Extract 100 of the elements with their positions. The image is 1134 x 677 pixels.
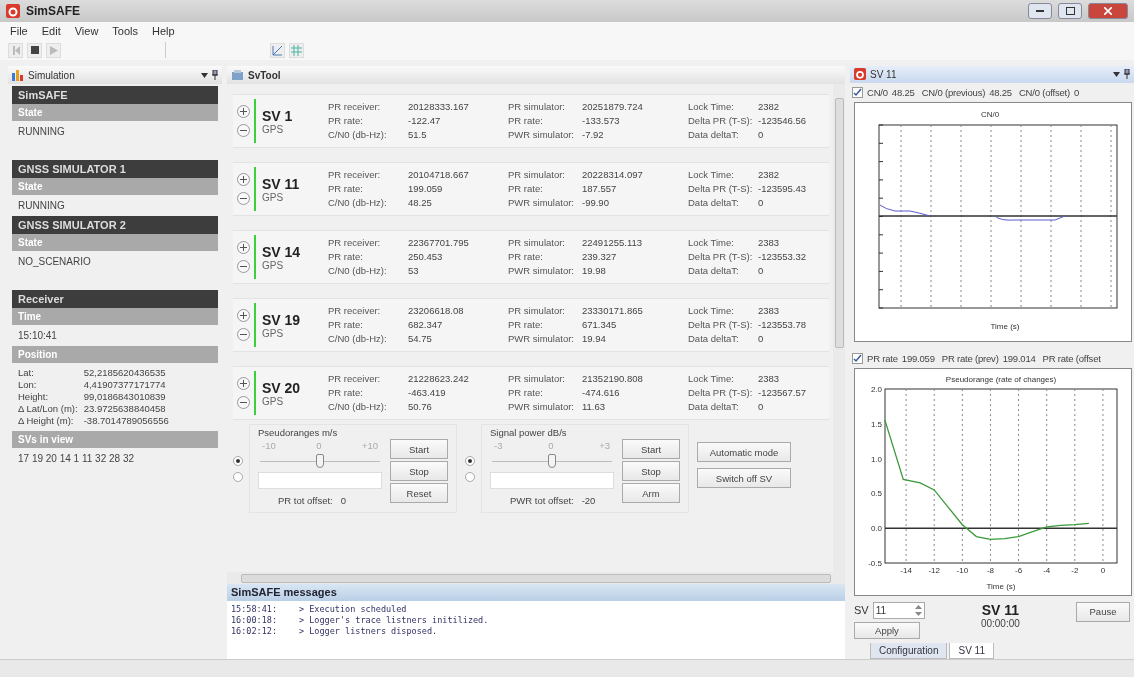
action-button[interactable]: Stop bbox=[390, 461, 448, 481]
action-button[interactable]: Arm bbox=[622, 483, 680, 503]
readout-text: CN/0 (offset) bbox=[1018, 86, 1071, 98]
menu-item[interactable]: Help bbox=[152, 25, 175, 37]
menu-item[interactable]: Tools bbox=[112, 25, 139, 37]
plus-button[interactable] bbox=[237, 173, 250, 186]
minimize-icon bbox=[1036, 9, 1044, 13]
mode-button[interactable]: Switch off SV bbox=[697, 468, 791, 488]
mode-button[interactable]: Automatic mode bbox=[697, 442, 791, 462]
action-button[interactable]: Reset bbox=[390, 483, 448, 503]
y-tick: 2.0 bbox=[870, 385, 882, 394]
field-label: PR rate: bbox=[328, 318, 364, 332]
field-value: 23206618.08 bbox=[408, 304, 465, 318]
minimize-button[interactable] bbox=[1028, 3, 1052, 19]
message-text: > Logger's trace listners initilized. bbox=[299, 615, 490, 626]
plus-button[interactable] bbox=[237, 241, 250, 254]
y-tick: 1.5 bbox=[870, 419, 882, 429]
readout-text: PR rate (offset bbox=[1042, 353, 1101, 365]
field-value: 50.76 bbox=[408, 400, 433, 414]
spin-arrows-icon[interactable] bbox=[914, 605, 922, 616]
minus-button[interactable] bbox=[237, 328, 250, 341]
scale-label: +10 bbox=[361, 440, 378, 451]
field-label: Delta PR (T-S): bbox=[688, 318, 754, 332]
stop-button[interactable] bbox=[27, 42, 42, 58]
menu-item[interactable]: View bbox=[74, 25, 99, 37]
chart-icon[interactable] bbox=[270, 42, 285, 58]
menu-item[interactable]: File bbox=[10, 25, 28, 37]
field-value: 0 bbox=[758, 128, 765, 142]
window-title: SimSAFE bbox=[26, 4, 81, 18]
radio-button[interactable] bbox=[465, 455, 475, 466]
field-value: -123553.78 bbox=[758, 318, 808, 332]
plus-icon bbox=[238, 174, 249, 185]
x-tick: -6 bbox=[1015, 566, 1023, 575]
slider-thumb[interactable] bbox=[548, 454, 556, 468]
apply-button[interactable]: Apply bbox=[854, 622, 920, 639]
x-tick: -2 bbox=[1071, 566, 1079, 575]
field-label: PR simulator: bbox=[508, 372, 566, 386]
close-button[interactable] bbox=[1088, 3, 1128, 19]
plus-button[interactable] bbox=[237, 309, 250, 322]
satellite-name: SV 11 bbox=[262, 175, 301, 192]
action-button[interactable]: Stop bbox=[622, 461, 680, 481]
field-label: PR simulator: bbox=[508, 168, 566, 182]
sv-spinner[interactable]: 11 bbox=[872, 602, 925, 619]
logo-icon bbox=[6, 4, 20, 18]
tab[interactable]: Configuration bbox=[870, 643, 948, 659]
scale-label: -3 bbox=[494, 440, 503, 451]
action-button[interactable]: Start bbox=[622, 439, 680, 459]
field-heading: SVs in view bbox=[12, 431, 218, 448]
field-label: C/N0 (db-Hz): bbox=[328, 128, 388, 142]
tab[interactable]: SV 11 bbox=[949, 643, 994, 659]
dropdown-icon[interactable] bbox=[201, 72, 208, 78]
field-value: 2382 bbox=[758, 100, 781, 114]
panel-title: SvTool bbox=[248, 69, 282, 81]
plus-button[interactable] bbox=[237, 377, 250, 390]
stop-icon bbox=[30, 46, 39, 54]
readout-text: CN/0 bbox=[867, 86, 888, 98]
slider-thumb[interactable] bbox=[316, 454, 324, 468]
pause-button[interactable]: Pause bbox=[1076, 602, 1130, 622]
readout-text: 48.25 bbox=[989, 86, 1012, 98]
radio-button[interactable] bbox=[465, 471, 475, 482]
minus-button[interactable] bbox=[237, 260, 250, 273]
action-button[interactable]: Start bbox=[390, 439, 448, 459]
radio-button[interactable] bbox=[233, 471, 243, 482]
field-value: -123546.56 bbox=[758, 114, 808, 128]
dropdown-icon[interactable] bbox=[1113, 71, 1120, 77]
field-label: PWR simulator: bbox=[508, 196, 575, 210]
field-value: 20228314.097 bbox=[582, 168, 644, 182]
field-value: RUNNING bbox=[17, 125, 66, 139]
scale-label: 0 bbox=[316, 440, 322, 451]
plus-button[interactable] bbox=[237, 105, 250, 118]
pin-icon[interactable] bbox=[212, 70, 218, 80]
scrollbar[interactable] bbox=[833, 84, 845, 572]
input-field[interactable] bbox=[490, 472, 614, 489]
slider[interactable] bbox=[490, 453, 614, 469]
section-heading: GNSS SIMULATOR 2 bbox=[12, 216, 218, 234]
minus-button[interactable] bbox=[237, 192, 250, 205]
field-value: 2383 bbox=[758, 304, 781, 318]
panel-title: Simulation bbox=[28, 69, 76, 81]
checkmark-icon bbox=[853, 87, 862, 97]
field-label: PWR simulator: bbox=[508, 264, 575, 278]
menu-item[interactable]: Edit bbox=[41, 25, 61, 37]
pin-icon[interactable] bbox=[1124, 69, 1130, 80]
axis-label: Time (s) bbox=[990, 321, 1020, 331]
field-label: PWR simulator: bbox=[508, 128, 575, 142]
field-value: 0 bbox=[758, 332, 765, 346]
slider[interactable] bbox=[258, 453, 382, 469]
checkbox[interactable] bbox=[852, 86, 863, 98]
field-label: C/N0 (db-Hz): bbox=[328, 264, 388, 278]
radio-button[interactable] bbox=[233, 455, 243, 466]
field-value: 21352190.808 bbox=[582, 372, 644, 386]
field-value: -38.7014789056556 bbox=[83, 415, 170, 427]
minus-button[interactable] bbox=[237, 396, 250, 409]
scrollbar[interactable] bbox=[227, 572, 845, 584]
section-heading: GNSS SIMULATOR 1 bbox=[12, 160, 218, 178]
input-field[interactable] bbox=[258, 472, 382, 489]
maximize-button[interactable] bbox=[1058, 3, 1082, 19]
minus-button[interactable] bbox=[237, 124, 250, 137]
clock-text: 00:00:00 bbox=[980, 618, 1020, 629]
checkbox[interactable] bbox=[852, 353, 863, 365]
frame-title: Signal power dB/s bbox=[490, 427, 568, 438]
